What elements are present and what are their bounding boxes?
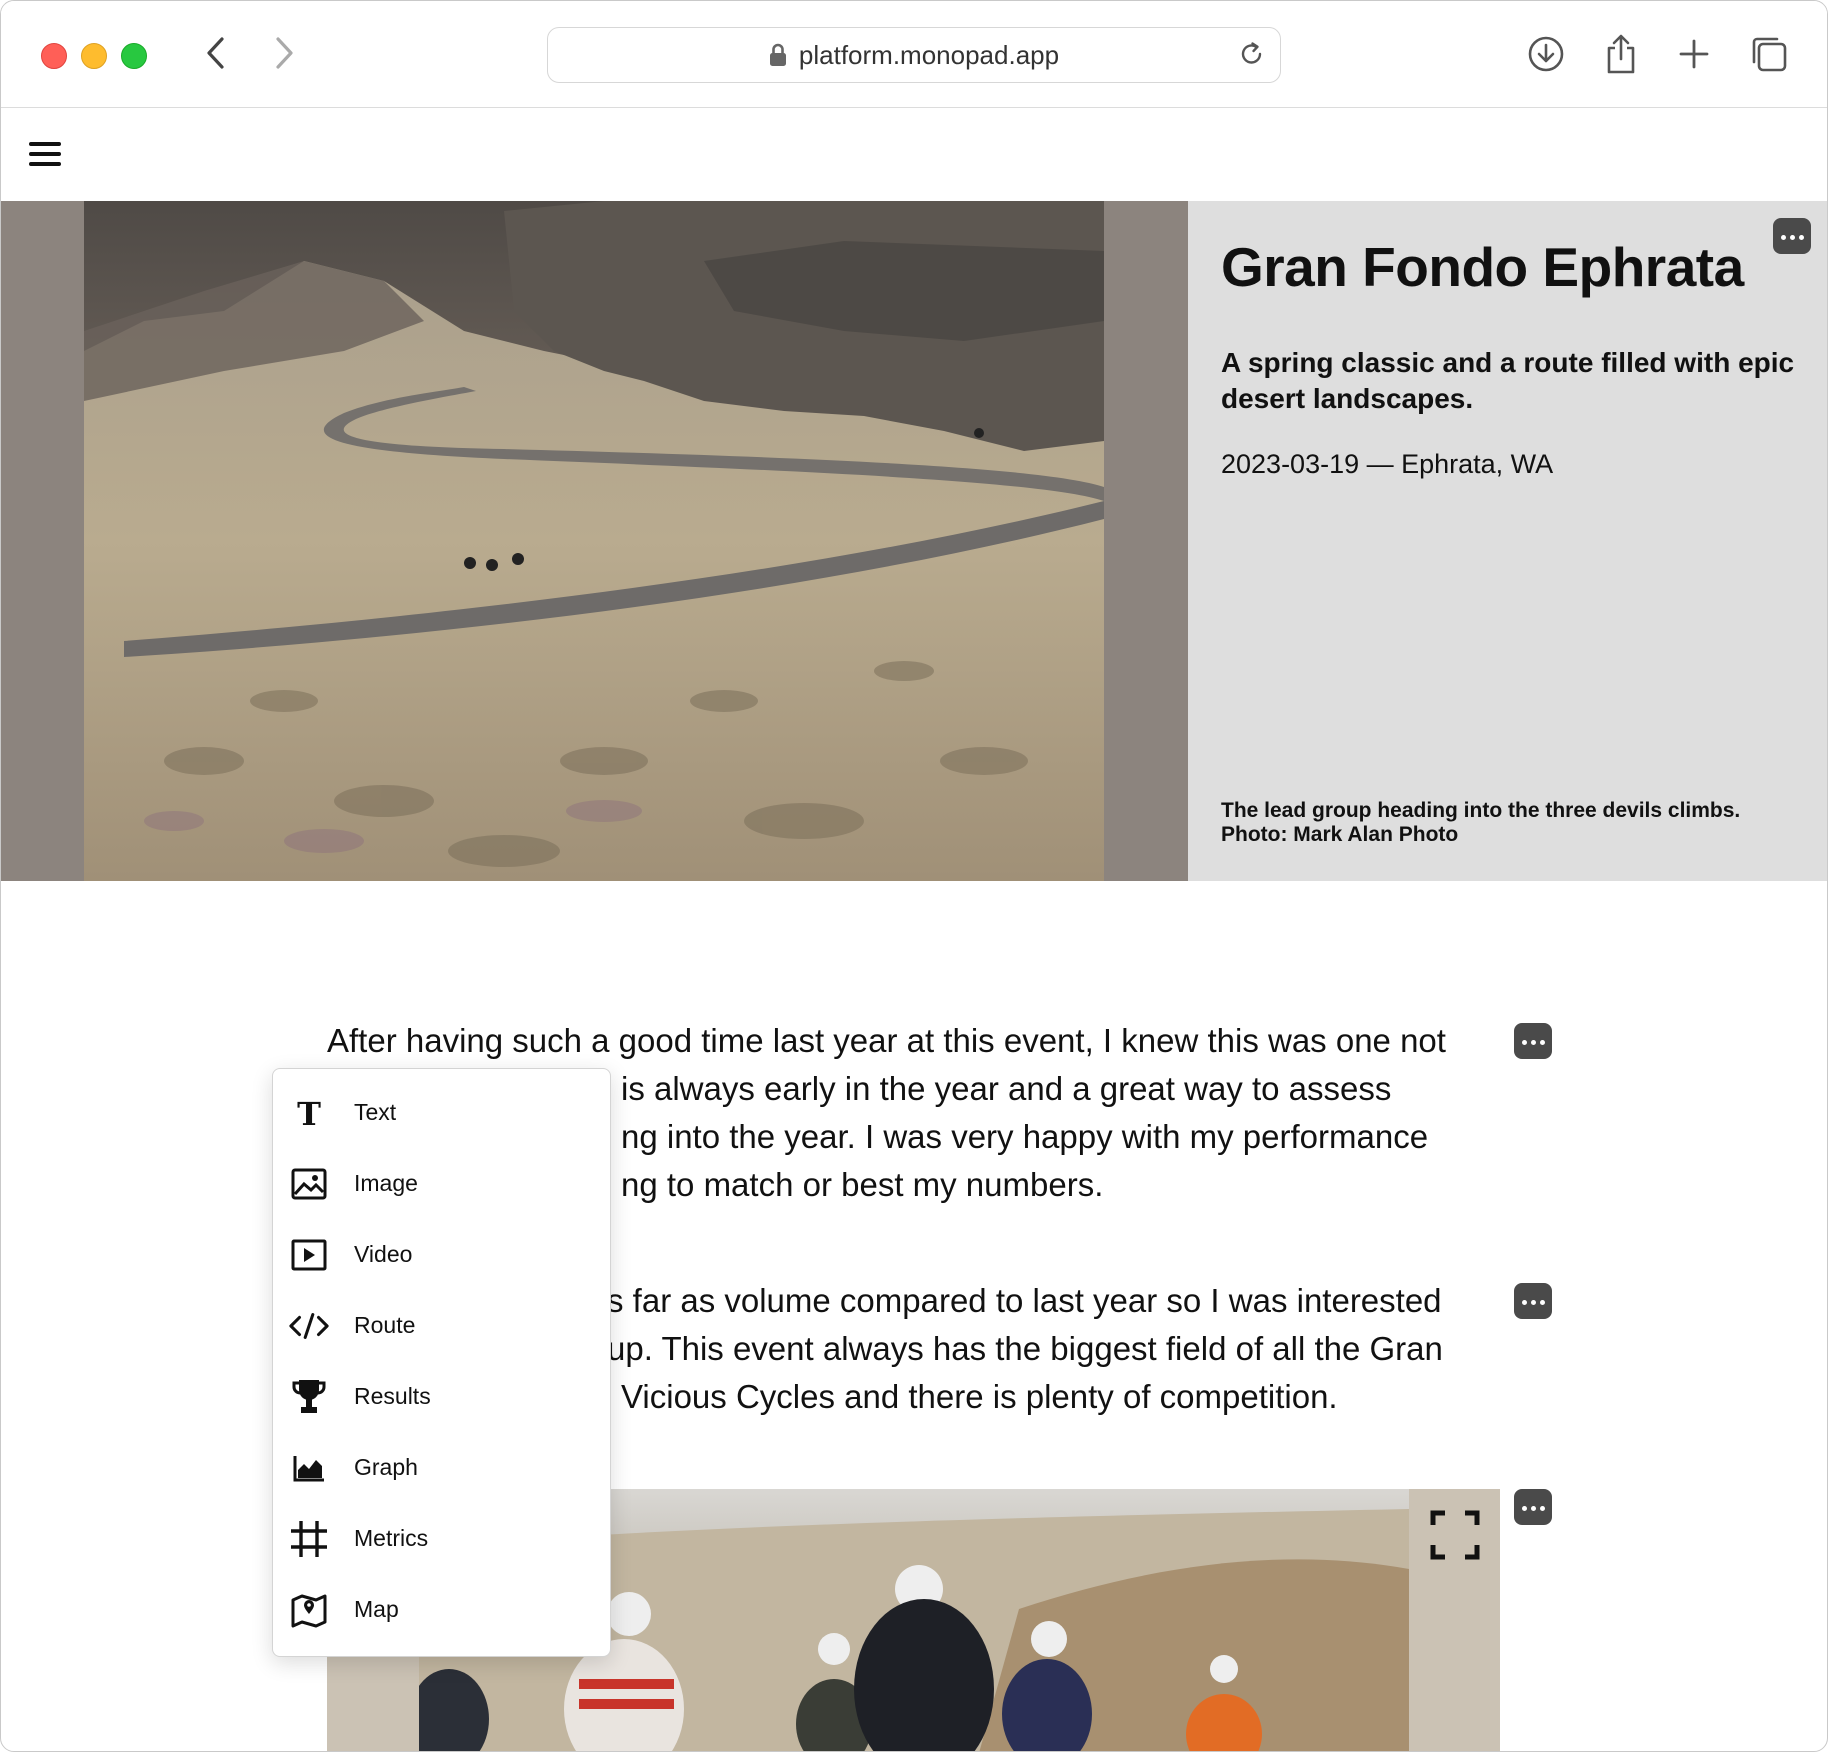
menu-item-route[interactable]: Route (273, 1290, 610, 1361)
caption-text: The lead group heading into the three de… (1221, 799, 1741, 822)
menu-item-label: Results (354, 1383, 431, 1409)
chevron-right-icon (276, 37, 293, 69)
fullscreen-icon (1430, 1510, 1480, 1560)
menu-item-label: Image (354, 1170, 418, 1196)
more-icon (1520, 1498, 1547, 1516)
page-subtitle[interactable]: A spring classic and a route filled with… (1221, 345, 1801, 417)
menu-item-label: Route (354, 1312, 416, 1338)
address-bar[interactable]: platform.monopad.app (547, 27, 1281, 83)
menu-item-results[interactable]: Results (273, 1361, 610, 1432)
grid-icon (289, 1519, 329, 1559)
window-maximize-button[interactable] (121, 43, 147, 69)
text-icon: T (289, 1093, 329, 1133)
event-date-location[interactable]: 2023-03-19 — Ephrata, WA (1221, 449, 1553, 480)
download-button[interactable] (1523, 31, 1569, 77)
tabs-icon (1752, 37, 1787, 72)
tab-overview-button[interactable] (1746, 31, 1792, 77)
forward-button[interactable] (263, 31, 307, 75)
hero-section: Gran Fondo Ephrata A spring classic and … (1, 201, 1827, 881)
menu-item-label: Metrics (354, 1525, 429, 1551)
text-block-more-button[interactable] (1514, 1023, 1552, 1059)
hero-more-button[interactable] (1773, 218, 1811, 254)
menu-item-label: Video (354, 1241, 413, 1267)
window-minimize-button[interactable] (81, 43, 107, 69)
menu-item-label: Text (354, 1099, 397, 1125)
share-icon (1607, 34, 1635, 74)
hero-image-frame (1, 201, 1188, 881)
fullscreen-button[interactable] (1429, 1509, 1481, 1561)
photo-credit: Photo: Mark Alan Photo (1221, 823, 1459, 846)
window-close-button[interactable] (41, 43, 67, 69)
text-line: After having such a good time last year … (327, 1022, 1446, 1059)
photo-caption[interactable]: The lead group heading into the three de… (1221, 799, 1801, 847)
browser-window: platform.monopad.app Gran Fondo Ephrata … (0, 0, 1828, 1752)
more-icon (1520, 1032, 1547, 1050)
image-icon (289, 1164, 329, 1204)
back-button[interactable] (193, 31, 237, 75)
menu-item-map[interactable]: Map (273, 1574, 610, 1645)
more-icon (1520, 1292, 1547, 1310)
video-icon (289, 1235, 329, 1275)
image-block-more-button[interactable] (1514, 1489, 1552, 1525)
page-title[interactable]: Gran Fondo Ephrata (1221, 235, 1744, 299)
app-header (1, 108, 1827, 200)
lock-icon (769, 43, 787, 67)
text-block-more-button[interactable] (1514, 1283, 1552, 1319)
menu-item-metrics[interactable]: Metrics (273, 1503, 610, 1574)
chevron-left-icon (207, 37, 224, 69)
insert-block-menu: T Text Image Video Route Results Graph M… (272, 1068, 611, 1657)
svg-text:T: T (297, 1096, 321, 1130)
plus-icon (1679, 39, 1709, 69)
browser-toolbar: platform.monopad.app (1, 1, 1827, 108)
url-text: platform.monopad.app (798, 39, 1060, 70)
menu-item-label: Graph (354, 1454, 418, 1480)
code-icon (289, 1306, 329, 1346)
menu-item-image[interactable]: Image (273, 1148, 610, 1219)
reload-icon[interactable] (1238, 40, 1266, 75)
hero-photo[interactable] (84, 201, 1104, 881)
download-icon (1528, 36, 1564, 72)
menu-item-text[interactable]: T Text (273, 1077, 610, 1148)
hero-info-panel: Gran Fondo Ephrata A spring classic and … (1188, 201, 1827, 881)
menu-icon[interactable] (29, 140, 65, 168)
trophy-icon (289, 1377, 329, 1417)
menu-item-graph[interactable]: Graph (273, 1432, 610, 1503)
more-icon (1779, 227, 1806, 245)
menu-item-video[interactable]: Video (273, 1219, 610, 1290)
new-tab-button[interactable] (1671, 31, 1717, 77)
area-chart-icon (289, 1448, 329, 1488)
share-button[interactable] (1598, 31, 1644, 77)
map-icon (289, 1590, 329, 1630)
menu-item-label: Map (354, 1596, 399, 1622)
